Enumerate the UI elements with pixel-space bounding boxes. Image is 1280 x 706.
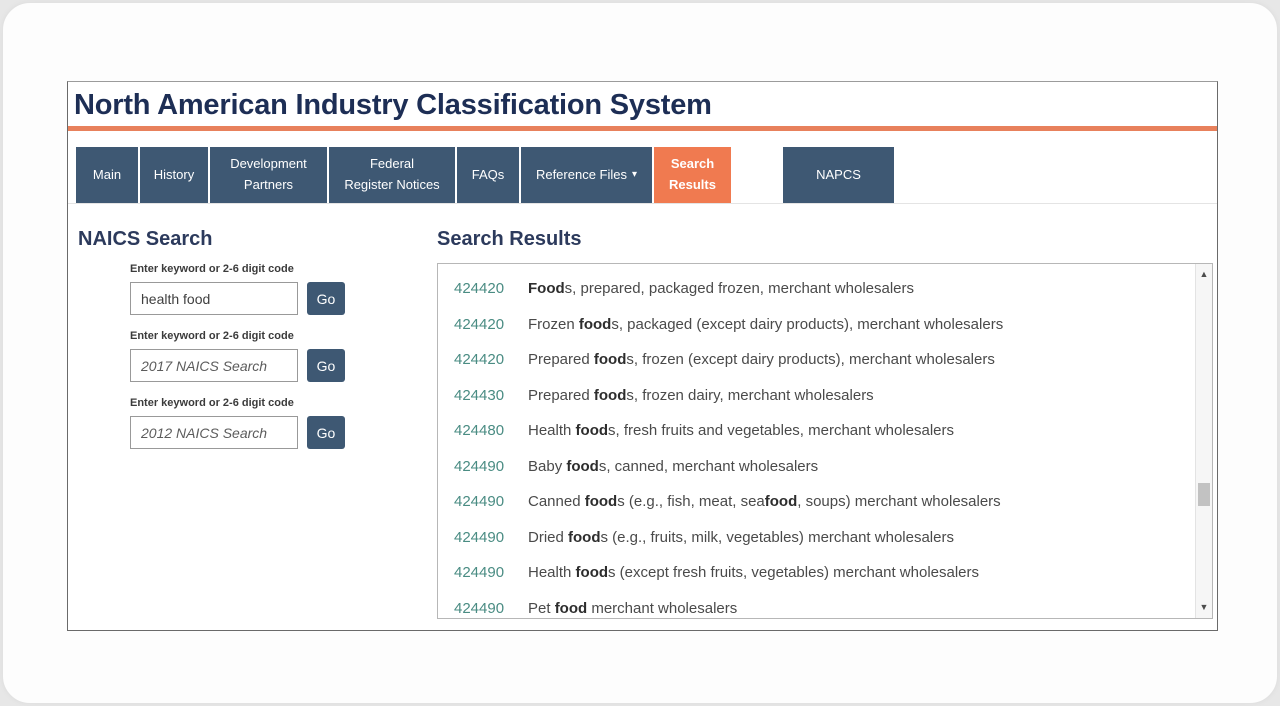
nav-tabs: Main History Development Partners Federal R… (76, 147, 1217, 203)
result-description: Foods, prepared, packaged frozen, mercha… (528, 280, 914, 297)
search-results-list: 424420 Foods, prepared, packaged frozen, … (454, 271, 1188, 619)
result-row: 424490 Baby foods, canned, merchant whole… (454, 449, 1188, 485)
tab-reference-files[interactable]: Reference Files ▾ (521, 147, 652, 203)
accent-rule (68, 126, 1217, 131)
result-row: 424420 Foods, prepared, packaged frozen, … (454, 271, 1188, 307)
tab-label: History (154, 165, 194, 186)
tab-main[interactable]: Main (76, 147, 138, 203)
tab-search-results[interactable]: Search Results (654, 147, 731, 203)
result-row: 424420 Frozen foods, packaged (except dai… (454, 307, 1188, 343)
result-code-link[interactable]: 424490 (454, 458, 512, 475)
scrollbar-thumb[interactable] (1198, 483, 1210, 506)
result-code-link[interactable]: 424420 (454, 280, 512, 297)
go-button-naics-2012[interactable]: Go (307, 416, 345, 449)
search-results-heading: Search Results (437, 228, 1213, 251)
result-description: Pet food merchant wholesalers (528, 600, 737, 617)
result-row: 424490 Pet food merchant wholesalers (454, 591, 1188, 620)
result-row: 424430 Prepared foods, frozen dairy, merc… (454, 378, 1188, 414)
tab-label: Main (93, 165, 121, 186)
content-box: North American Industry Classification S… (67, 81, 1218, 631)
chevron-down-icon: ▾ (632, 167, 637, 183)
results-box: 424420 Foods, prepared, packaged frozen, … (437, 263, 1213, 619)
tab-label: Search Results (669, 154, 716, 196)
search-input-naics-2012[interactable] (130, 416, 298, 449)
naics-search-heading: NAICS Search (78, 228, 437, 251)
result-code-link[interactable]: 424490 (454, 600, 512, 617)
go-button-keyword[interactable]: Go (307, 282, 345, 315)
result-row: 424490 Dried foods (e.g., fruits, milk, v… (454, 520, 1188, 556)
tab-label: FAQs (472, 165, 505, 186)
naics-search-panel: NAICS Search Enter keyword or 2-6 digit … (68, 228, 437, 619)
result-description: Prepared foods, frozen (except dairy pro… (528, 351, 995, 368)
result-code-link[interactable]: 424420 (454, 351, 512, 368)
search-field-row: Go (130, 282, 437, 315)
tab-federal-register-notices[interactable]: Federal Register Notices (329, 147, 455, 203)
result-row: 424480 Health foods, fresh fruits and veg… (454, 413, 1188, 449)
search-field-group: Enter keyword or 2-6 digit code Go (130, 397, 437, 449)
result-code-link[interactable]: 424480 (454, 422, 512, 439)
search-field-group: Enter keyword or 2-6 digit code Go (130, 330, 437, 382)
search-field-row: Go (130, 349, 437, 382)
result-description: Health foods, fresh fruits and vegetable… (528, 422, 954, 439)
title-bar: North American Industry Classification S… (68, 82, 1217, 126)
nav-wrap: Main History Development Partners Federal R… (68, 147, 1217, 204)
result-description: Canned foods (e.g., fish, meat, seafood,… (528, 493, 1001, 510)
result-description: Baby foods, canned, merchant wholesalers (528, 458, 818, 475)
result-description: Health foods (except fresh fruits, veget… (528, 564, 979, 581)
result-description: Dried foods (e.g., fruits, milk, vegetab… (528, 529, 954, 546)
scroll-up-icon[interactable]: ▲ (1196, 266, 1212, 283)
results-scrollbar[interactable]: ▲ ▼ (1195, 264, 1212, 618)
search-forms: Enter keyword or 2-6 digit codeGoEnter k… (130, 263, 437, 449)
result-code-link[interactable]: 424420 (454, 316, 512, 333)
result-row: 424490 Canned foods (e.g., fish, meat, se… (454, 484, 1188, 520)
scroll-down-icon[interactable]: ▼ (1196, 599, 1212, 616)
search-field-row: Go (130, 416, 437, 449)
page-card: North American Industry Classification S… (2, 2, 1278, 704)
keyword-label: Enter keyword or 2-6 digit code (130, 263, 437, 275)
main-row: NAICS Search Enter keyword or 2-6 digit … (68, 204, 1217, 619)
tab-label: Reference Files (536, 165, 627, 186)
keyword-label: Enter keyword or 2-6 digit code (130, 330, 437, 342)
result-code-link[interactable]: 424490 (454, 529, 512, 546)
result-code-link[interactable]: 424490 (454, 564, 512, 581)
tab-faqs[interactable]: FAQs (457, 147, 519, 203)
tab-history[interactable]: History (140, 147, 208, 203)
result-row: 424420 Prepared foods, frozen (except dai… (454, 342, 1188, 378)
tab-development-partners[interactable]: Development Partners (210, 147, 327, 203)
search-input-naics-2017[interactable] (130, 349, 298, 382)
result-row: 424490 Health foods (except fresh fruits,… (454, 555, 1188, 591)
search-results-panel: Search Results 424420 Foods, prepared, pa… (437, 228, 1213, 619)
search-input-keyword[interactable] (130, 282, 298, 315)
tab-napcs[interactable]: NAPCS (783, 147, 894, 203)
keyword-label: Enter keyword or 2-6 digit code (130, 397, 437, 409)
search-field-group: Enter keyword or 2-6 digit code Go (130, 263, 437, 315)
tab-label: Federal Register Notices (344, 154, 439, 196)
tab-label: NAPCS (816, 165, 861, 186)
result-description: Prepared foods, frozen dairy, merchant w… (528, 387, 874, 404)
tab-label: Development Partners (230, 154, 307, 196)
result-code-link[interactable]: 424490 (454, 493, 512, 510)
page-title: North American Industry Classification S… (74, 89, 1207, 122)
result-code-link[interactable]: 424430 (454, 387, 512, 404)
result-description: Frozen foods, packaged (except dairy pro… (528, 316, 1003, 333)
go-button-naics-2017[interactable]: Go (307, 349, 345, 382)
